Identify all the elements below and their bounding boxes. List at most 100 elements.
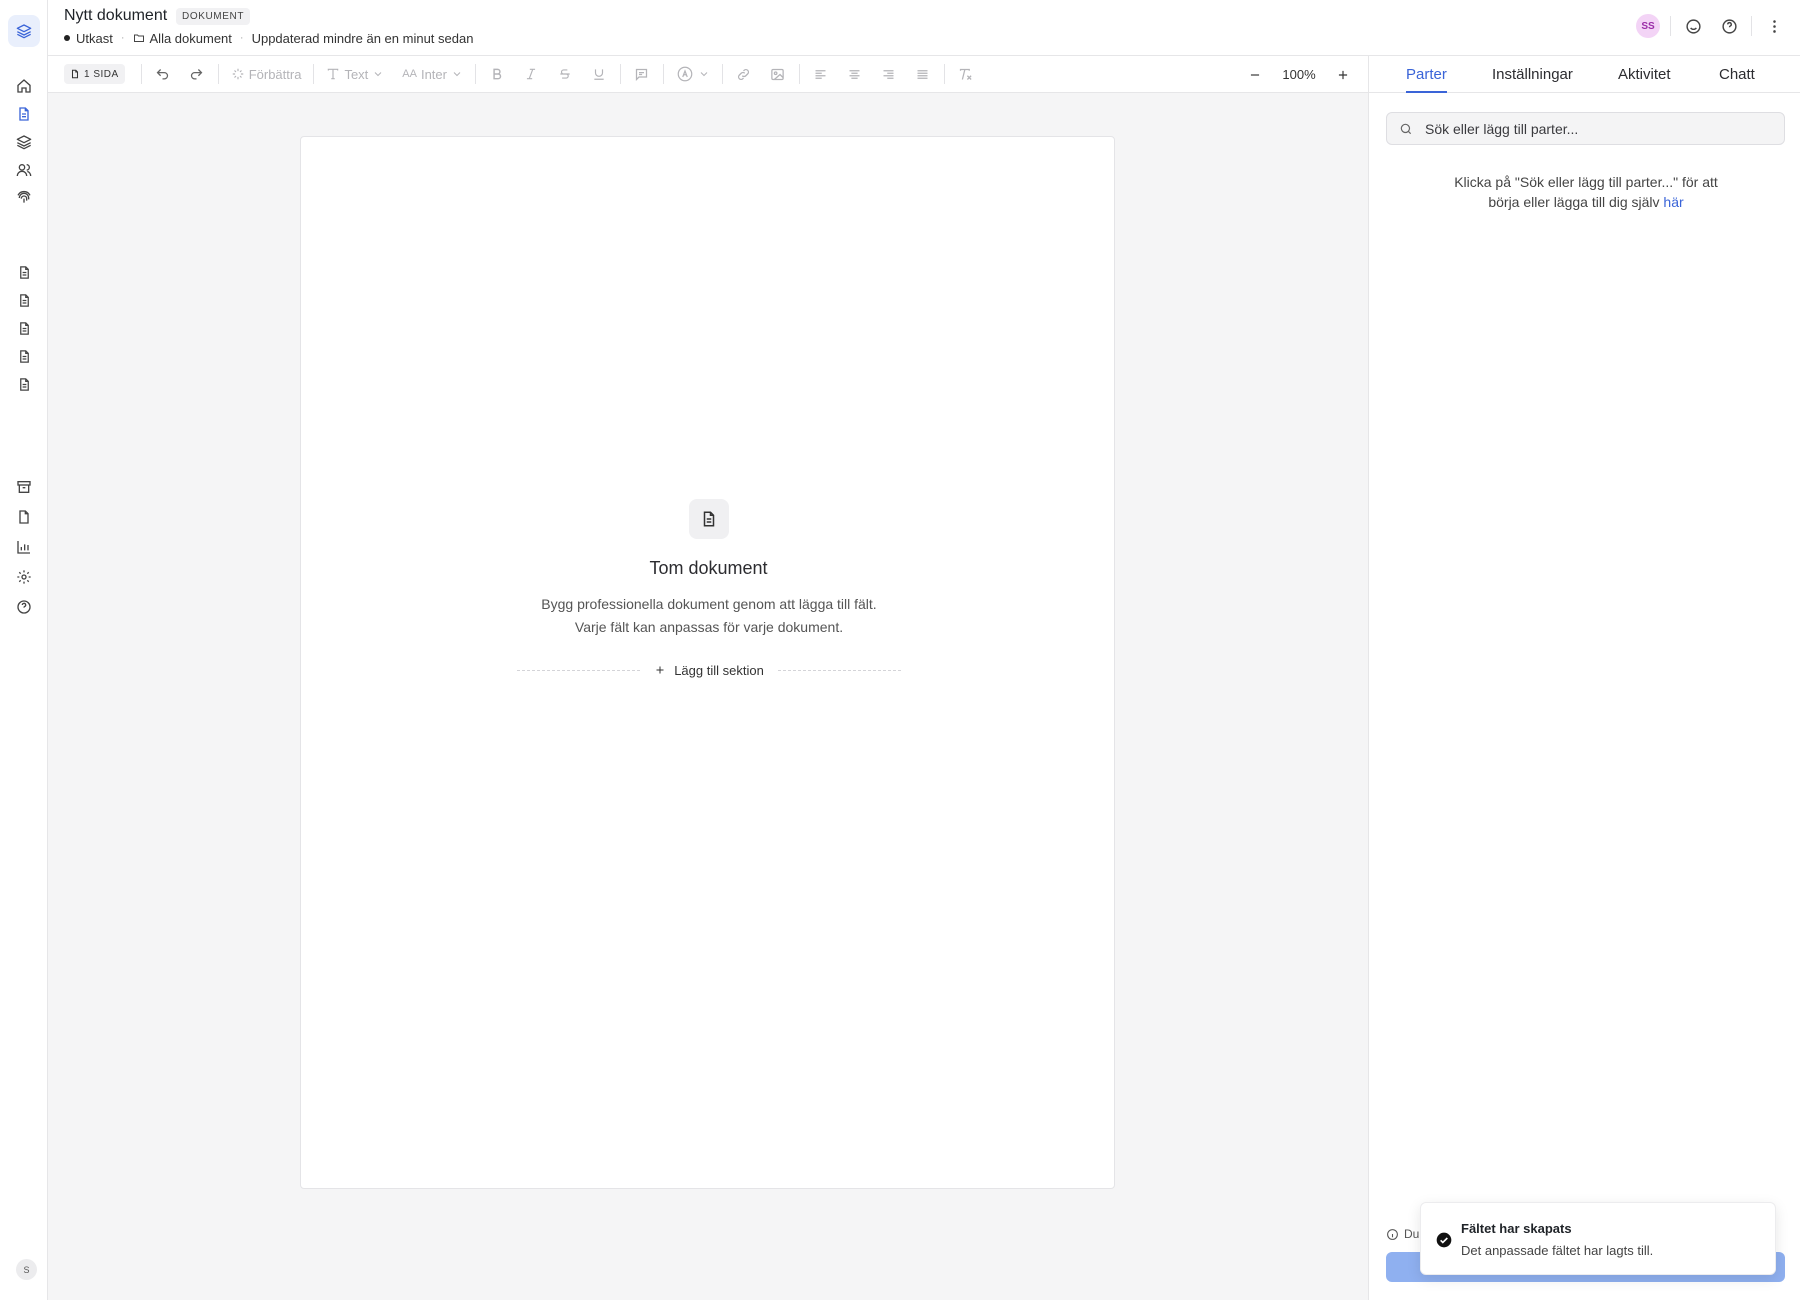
footer-note-text: Du: [1404, 1227, 1420, 1241]
recent-document-icon[interactable]: [12, 372, 36, 396]
link-button[interactable]: [731, 61, 757, 87]
toolbar-divider: [662, 64, 664, 84]
chevron-down-icon: [374, 72, 382, 77]
fingerprint-icon[interactable]: [12, 186, 36, 210]
redo-button[interactable]: [184, 61, 210, 87]
layers-icon[interactable]: [12, 130, 36, 154]
toast-title: Fältet har skapats: [1461, 1221, 1572, 1236]
zoom-out-button[interactable]: [1242, 62, 1268, 88]
clear-formatting-button[interactable]: [953, 61, 979, 87]
underline-icon: [594, 69, 604, 80]
emoji-icon[interactable]: [1681, 14, 1705, 38]
app-logo-icon[interactable]: [8, 15, 40, 47]
help-icon[interactable]: [1717, 14, 1741, 38]
add-section-label: Lägg till sektion: [674, 662, 764, 678]
sparkle-icon: [232, 68, 243, 80]
archive-icon[interactable]: [12, 475, 36, 499]
panel-tabs: Parter Inställningar Aktivitet Chatt: [1369, 56, 1800, 93]
recent-document-icon[interactable]: [12, 344, 36, 368]
tab-aktivitet[interactable]: Aktivitet: [1618, 66, 1671, 93]
page-count-pill[interactable]: 1 SIDA: [64, 64, 125, 84]
home-icon[interactable]: [12, 74, 36, 98]
folder-link[interactable]: Alla dokument: [150, 31, 232, 46]
align-center-button[interactable]: [842, 61, 868, 87]
recent-document-icon[interactable]: [12, 288, 36, 312]
align-justify-button[interactable]: [910, 61, 936, 87]
bold-icon: [493, 68, 502, 80]
text-style-dropdown[interactable]: Text: [322, 61, 388, 87]
document-title[interactable]: Nytt dokument: [64, 7, 167, 25]
strikethrough-icon: [560, 69, 570, 79]
tab-parter[interactable]: Parter: [1406, 66, 1447, 93]
file-icon[interactable]: [12, 505, 36, 529]
text-type-icon: [328, 68, 339, 80]
redo-icon: [191, 68, 203, 79]
align-right-icon: [883, 69, 894, 79]
status-label: Utkast: [76, 30, 113, 46]
document-page[interactable]: Tom dokument Bygg professionella dokumen…: [300, 136, 1115, 1189]
header-actions: SS: [1636, 14, 1786, 38]
empty-state-title: Tom dokument: [649, 558, 768, 578]
dashed-divider: [777, 669, 901, 671]
info-icon: [1387, 1228, 1398, 1240]
page-icon: [71, 69, 79, 79]
meta-separator: ·: [239, 32, 244, 44]
font-label: Inter: [420, 66, 447, 82]
settings-icon[interactable]: [12, 565, 36, 589]
divider: [1670, 16, 1671, 36]
tab-installningar[interactable]: Inställningar: [1492, 66, 1573, 93]
font-dropdown[interactable]: AA Inter: [398, 61, 467, 87]
zoom-in-button[interactable]: [1330, 62, 1356, 88]
underline-button[interactable]: [586, 61, 612, 87]
strikethrough-button[interactable]: [552, 61, 578, 87]
text-color-dropdown[interactable]: [672, 61, 714, 87]
help-icon[interactable]: [12, 595, 36, 619]
folder-icon: [133, 32, 145, 44]
bold-button[interactable]: [484, 61, 510, 87]
contacts-icon[interactable]: [12, 158, 36, 182]
add-section-button[interactable]: Lägg till sektion: [640, 663, 778, 678]
document-type-badge: DOKUMENT: [176, 8, 251, 25]
tab-chatt[interactable]: Chatt: [1719, 66, 1755, 93]
image-icon: [771, 68, 785, 80]
editor-canvas: Tom dokument Bygg professionella dokumen…: [48, 93, 1368, 1300]
left-sidebar: S: [0, 0, 48, 1300]
empty-state-description: Bygg professionella dokument genom att l…: [541, 596, 877, 635]
recent-document-icon[interactable]: [12, 260, 36, 284]
chart-icon[interactable]: [12, 535, 36, 559]
dashed-divider: [517, 669, 641, 671]
toolbar-divider: [140, 64, 142, 84]
plus-icon: [1338, 70, 1348, 79]
comment-button[interactable]: [629, 61, 655, 87]
recent-document-icon[interactable]: [12, 316, 36, 340]
toolbar-divider: [619, 64, 621, 84]
undo-icon: [156, 68, 169, 79]
toolbar-divider: [474, 64, 476, 84]
zoom-controls: 100%: [1242, 56, 1368, 93]
user-avatar[interactable]: S: [16, 1259, 37, 1280]
align-right-button[interactable]: [876, 61, 902, 87]
add-self-link[interactable]: här: [1663, 194, 1683, 210]
collaborator-avatar[interactable]: SS: [1636, 14, 1660, 38]
documents-icon[interactable]: [12, 102, 36, 126]
italic-button[interactable]: [518, 61, 544, 87]
undo-button[interactable]: [150, 61, 176, 87]
meta-separator: ·: [120, 32, 125, 44]
divider: [1751, 16, 1752, 36]
status-dot-icon: [64, 35, 70, 41]
align-left-icon: [815, 69, 826, 79]
party-search-input[interactable]: [1425, 120, 1765, 137]
more-options-icon[interactable]: [1762, 14, 1786, 38]
party-search: [1386, 112, 1785, 145]
improve-button[interactable]: Förbättra: [227, 61, 306, 87]
document-header: Nytt dokument DOKUMENT Utkast · Alla dok…: [48, 0, 1800, 56]
image-button[interactable]: [765, 61, 791, 87]
align-left-button[interactable]: [808, 61, 834, 87]
right-panel: Parter Inställningar Aktivitet Chatt Kli…: [1368, 56, 1800, 1300]
clear-formatting-icon: [960, 68, 973, 80]
document-icon: [689, 499, 729, 539]
search-icon: [1400, 123, 1412, 134]
panel-footer-note: Du: [1386, 1227, 1419, 1241]
italic-icon: [526, 68, 536, 80]
parties-hint: Klicka på "Sök eller lägg till parter...…: [1441, 172, 1731, 212]
